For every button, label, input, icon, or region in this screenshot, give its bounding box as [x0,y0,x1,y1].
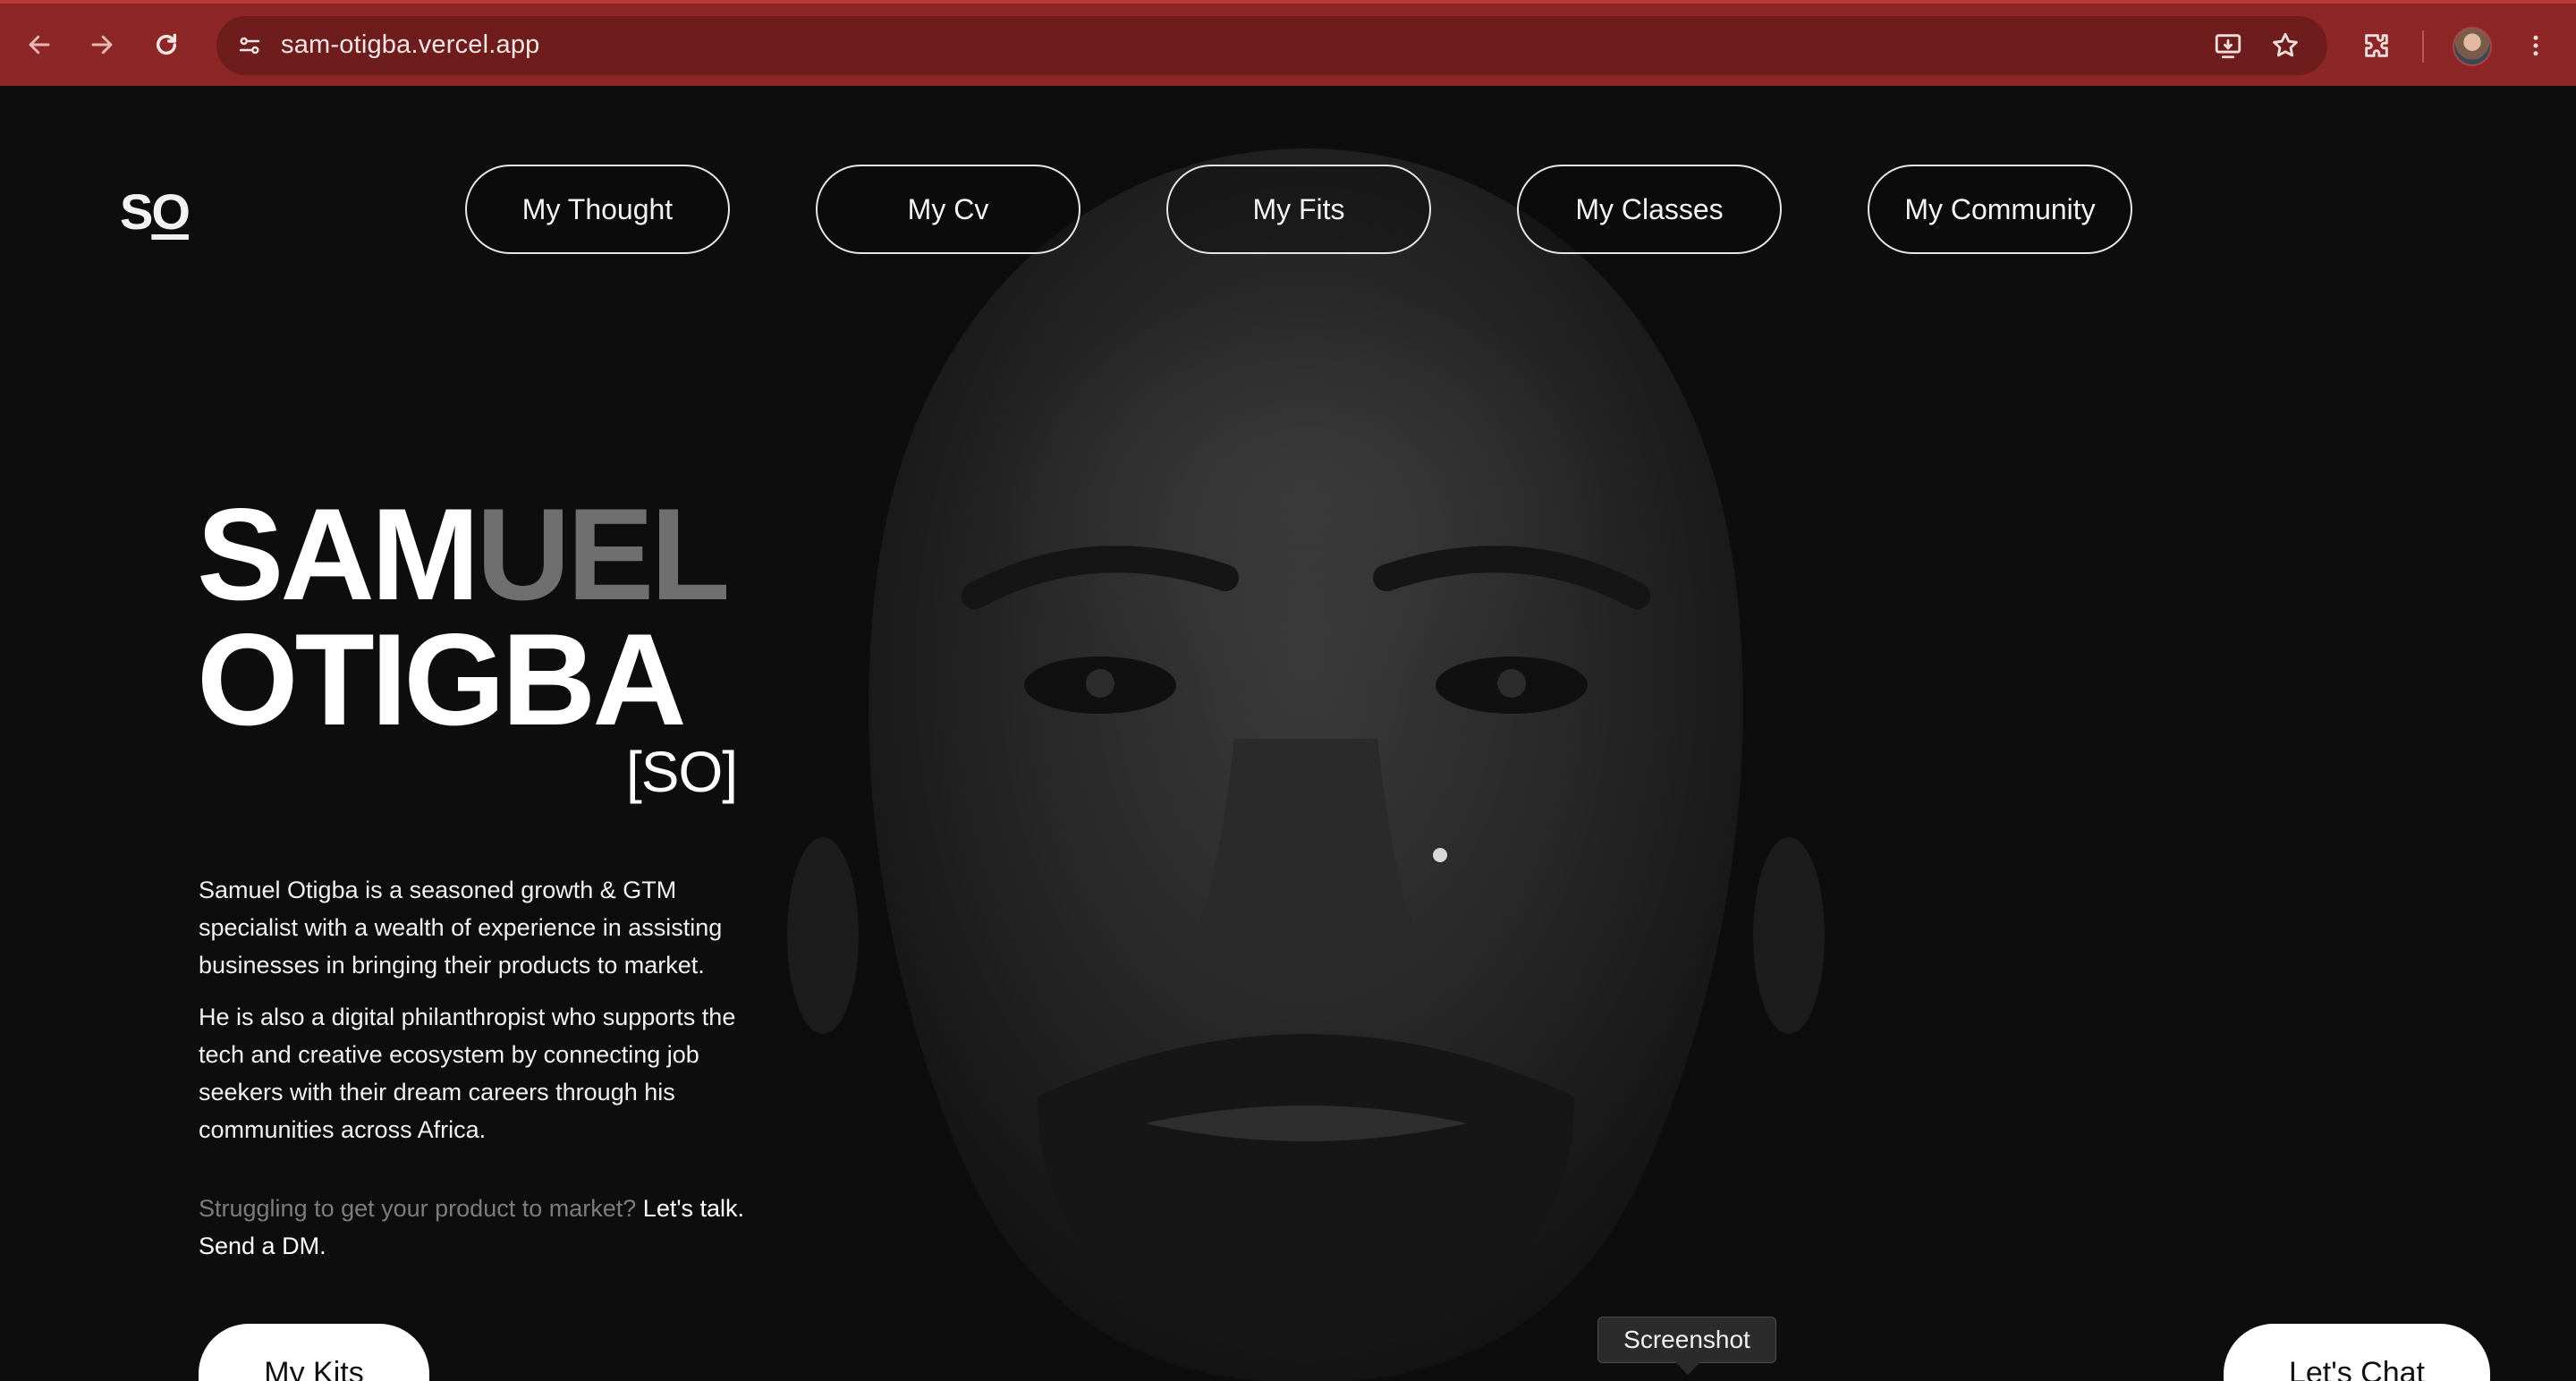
cta-text: Struggling to get your product to market… [199,1190,753,1265]
nav-my-fits[interactable]: My Fits [1166,165,1431,254]
address-bar[interactable]: sam-otigba.vercel.app [216,16,2327,75]
hero-initials-tag: [SO] [626,740,738,804]
bio-paragraph: He is also a digital philanthropist who … [199,1004,736,1143]
portrait-image [787,148,1825,1381]
kebab-menu-icon[interactable] [2515,25,2556,66]
nav-my-cv[interactable]: My Cv [816,165,1080,254]
hero-name: SAMUEL OTIGBA [197,489,730,745]
my-kits-button[interactable]: My Kits [199,1324,429,1381]
install-app-icon[interactable] [2209,27,2247,64]
name-first-bright: SAM [197,481,479,627]
toolbar-divider [2422,30,2424,63]
lets-chat-button[interactable]: Let's Chat [2224,1324,2490,1381]
profile-avatar[interactable] [2453,27,2492,66]
bio-paragraph: Samuel Otigba is a seasoned growth & GTM… [199,877,723,979]
screenshot-tooltip: Screenshot [1597,1317,1776,1375]
nav-my-classes[interactable]: My Classes [1517,165,1782,254]
site-settings-icon[interactable] [231,27,268,64]
nav-my-community[interactable]: My Community [1868,165,2132,254]
nav-my-thought[interactable]: My Thought [465,165,730,254]
star-icon[interactable] [2267,27,2304,64]
browser-toolbar: sam-otigba.vercel.app [0,0,2576,86]
back-arrow-icon[interactable] [20,25,59,64]
reload-icon[interactable] [147,25,186,64]
cta-question: Struggling to get your product to market… [199,1195,637,1222]
forward-arrow-icon[interactable] [82,25,122,64]
name-first-dim: UEL [476,481,730,627]
name-last: OTIGBA [197,606,687,752]
main-nav: My Thought My Cv My Fits My Classes My C… [0,165,2576,254]
page-viewport: SO My Thought My Cv My Fits My Classes M… [0,86,2576,1381]
puzzle-icon[interactable] [2356,25,2397,66]
url-text[interactable]: sam-otigba.vercel.app [281,30,540,60]
bio-section: Samuel Otigba is a seasoned growth & GTM… [199,871,753,1163]
